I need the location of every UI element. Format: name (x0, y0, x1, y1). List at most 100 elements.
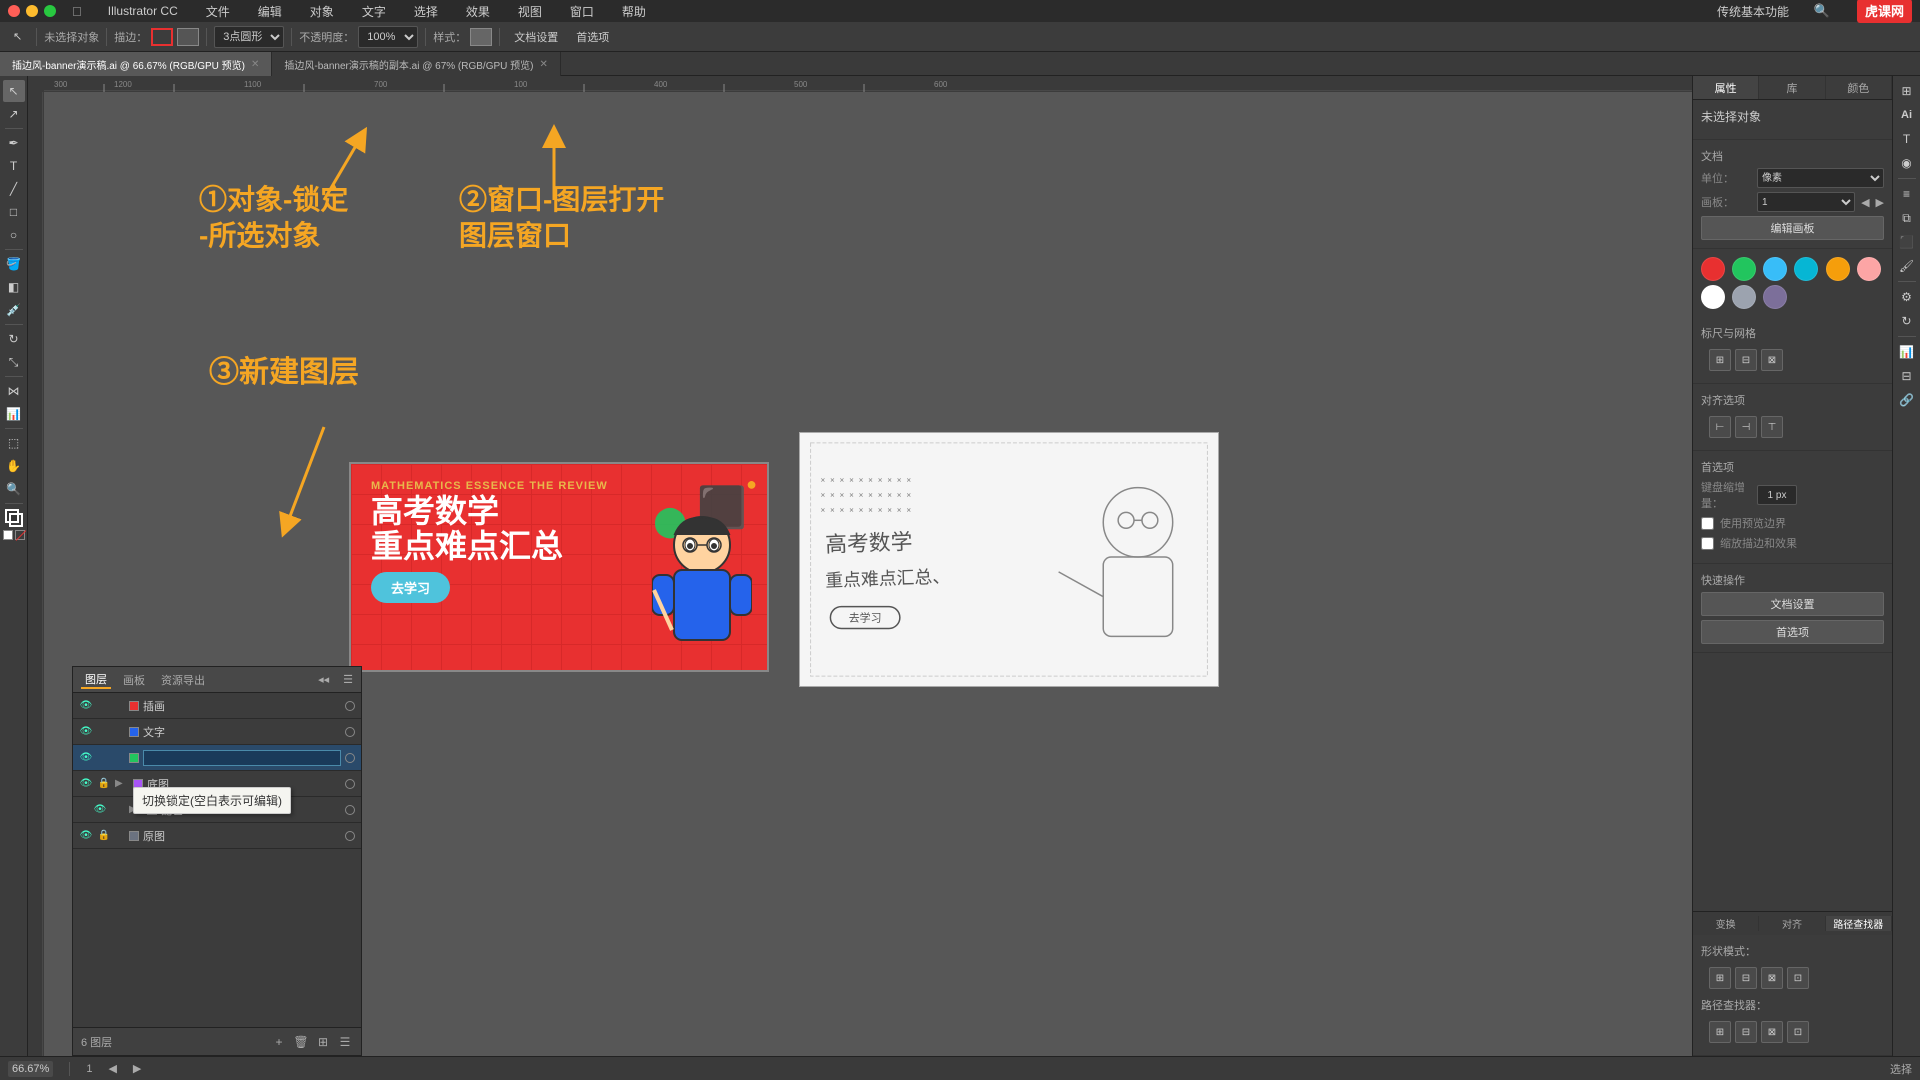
layer-lock-2[interactable] (97, 751, 111, 765)
right-icon-ai[interactable]: Ai (1896, 104, 1918, 126)
tool-gradient[interactable]: ◧ (3, 276, 25, 298)
tool-paint-bucket[interactable]: 🪣 (3, 253, 25, 275)
tool-hand[interactable]: ✋ (3, 455, 25, 477)
layer-panel-collapse-icon[interactable]: ◂◂ (318, 673, 329, 686)
menu-file[interactable]: 文件 (200, 3, 236, 20)
layer-tab-export[interactable]: 资源导出 (157, 672, 209, 688)
rp-unit-select[interactable]: 像素 (1757, 168, 1884, 188)
tool-zoom[interactable]: 🔍 (3, 478, 25, 500)
right-icon-lines[interactable]: ⊟ (1896, 365, 1918, 387)
layer-row-5[interactable]: 👁 🔒 原图 (73, 823, 361, 849)
rp-tab-align[interactable]: 对齐 (1759, 916, 1825, 931)
stroke-color-btn[interactable] (151, 28, 173, 46)
rp-tab-color[interactable]: 颜色 (1826, 76, 1892, 99)
layer-circle-2[interactable] (345, 753, 355, 763)
right-icon-circle[interactable]: ◉ (1896, 152, 1918, 174)
canvas-area[interactable]: 300 1200 1100 700 100 400 500 600 (28, 76, 1692, 1056)
rp-tab-pathfinder[interactable]: 路径查找器 (1826, 916, 1892, 931)
layer-delete-btn[interactable]: 🗑 (293, 1034, 309, 1050)
selection-tool-btn[interactable]: ↖ (6, 26, 29, 48)
tab-main-close-icon[interactable]: ✕ (251, 59, 259, 70)
minimize-button[interactable] (26, 5, 38, 17)
swatch-gray[interactable] (1732, 285, 1756, 309)
rp-doc-settings-btn[interactable]: 文档设置 (1701, 592, 1884, 616)
right-icon-text[interactable]: T (1896, 128, 1918, 150)
swatch-green[interactable] (1732, 257, 1756, 281)
layer-lock-3[interactable]: 🔒 (97, 777, 111, 791)
fill-stroke-indicator[interactable] (3, 507, 25, 529)
menu-window[interactable]: 窗口 (564, 3, 600, 20)
layer-row-2[interactable]: 👁 (73, 745, 361, 771)
snap-btn-3[interactable]: ⊤ (1761, 416, 1783, 438)
menu-effect[interactable]: 效果 (460, 3, 496, 20)
layer-panel-menu-icon[interactable]: ☰ (343, 673, 353, 686)
rp-artboard-prev-icon[interactable]: ◀ (1861, 196, 1869, 209)
shape-mode-btn-1[interactable]: ⊞ (1709, 967, 1731, 989)
rp-artboard-select[interactable]: 1 (1757, 192, 1855, 212)
layer-options-btn[interactable]: ☰ (337, 1034, 353, 1050)
next-artboard-icon[interactable]: ▶ (133, 1062, 141, 1075)
swatch-blue[interactable] (1763, 257, 1787, 281)
menu-object[interactable]: 对象 (304, 3, 340, 20)
grid-btn-2[interactable]: ⊟ (1735, 349, 1757, 371)
tool-blend[interactable]: ⋈ (3, 380, 25, 402)
rp-keyboard-input[interactable] (1757, 485, 1797, 505)
layer-vis-2[interactable]: 👁 (79, 751, 93, 765)
tool-graph[interactable]: 📊 (3, 403, 25, 425)
maximize-button[interactable] (44, 5, 56, 17)
swatch-white[interactable] (1701, 285, 1725, 309)
snap-btn-1[interactable]: ⊢ (1709, 416, 1731, 438)
tool-eyedropper[interactable]: 💉 (3, 299, 25, 321)
swatch-red[interactable] (1701, 257, 1725, 281)
layer-expand-3[interactable]: ▶ (115, 778, 129, 789)
right-icon-transform[interactable]: ↻ (1896, 310, 1918, 332)
preferences-toolbar-btn[interactable]: 首选项 (569, 26, 616, 48)
layer-row-1[interactable]: 👁 文字 (73, 719, 361, 745)
rp-preferences-btn[interactable]: 首选项 (1701, 620, 1884, 644)
layer-vis-1[interactable]: 👁 (79, 725, 93, 739)
tab-banner-main[interactable]: 插边风-banner演示稿.ai @ 66.67% (RGB/GPU 预览) ✕ (0, 52, 272, 76)
rp-tab-properties[interactable]: 属性 (1693, 76, 1759, 99)
layer-new-artboard-btn[interactable]: ⊞ (315, 1034, 331, 1050)
tool-line[interactable]: ╱ (3, 178, 25, 200)
layer-add-btn[interactable]: + (271, 1034, 287, 1050)
right-icon-link[interactable]: 🔗 (1896, 389, 1918, 411)
layer-circle-5[interactable] (345, 831, 355, 841)
tab-banner-copy[interactable]: 插边风-banner演示稿的副本.ai @ 67% (RGB/GPU 预览) ✕ (272, 52, 560, 76)
right-icon-brush[interactable]: 🖌 (1896, 255, 1918, 277)
right-icon-align[interactable]: ≡ (1896, 183, 1918, 205)
layer-name-input-2[interactable] (143, 750, 341, 766)
search-icon[interactable]: 🔍 (1811, 0, 1833, 22)
layer-circle-3[interactable] (345, 779, 355, 789)
tool-rotate[interactable]: ↻ (3, 328, 25, 350)
menu-illustrator[interactable]: Illustrator CC (102, 4, 184, 18)
fill-white-btn[interactable] (3, 530, 13, 540)
window-controls[interactable] (8, 5, 56, 17)
rp-tab-transform[interactable]: 变换 (1693, 916, 1759, 931)
layer-vis-3[interactable]: 👁 (79, 777, 93, 791)
tool-text[interactable]: T (3, 155, 25, 177)
rp-scale-strokes-checkbox[interactable] (1701, 537, 1714, 550)
rp-tab-library[interactable]: 库 (1759, 76, 1825, 99)
opacity-selector[interactable]: 100% (358, 26, 418, 48)
tool-select[interactable]: ↖ (3, 80, 25, 102)
shape-mode-btn-4[interactable]: ⊡ (1787, 967, 1809, 989)
right-icon-swatches[interactable]: ⬛ (1896, 231, 1918, 253)
menu-edit[interactable]: 编辑 (252, 3, 288, 20)
no-fill-btn[interactable] (15, 530, 25, 540)
right-icon-properties[interactable]: ⊞ (1896, 80, 1918, 102)
menu-view[interactable]: 视图 (512, 3, 548, 20)
pathfinder-btn-2[interactable]: ⊟ (1735, 1021, 1757, 1043)
right-icon-graph[interactable]: 📊 (1896, 341, 1918, 363)
grid-btn-3[interactable]: ⊠ (1761, 349, 1783, 371)
layer-circle-1[interactable] (345, 727, 355, 737)
swatch-orange[interactable] (1826, 257, 1850, 281)
doc-settings-toolbar-btn[interactable]: 文档设置 (507, 26, 565, 48)
shape-selector[interactable]: 3点圆形 (214, 26, 284, 48)
layer-lock-5[interactable]: 🔒 (97, 829, 111, 843)
swatch-cyan[interactable] (1794, 257, 1818, 281)
layer-vis-4[interactable]: 👁 (93, 803, 107, 817)
pathfinder-btn-3[interactable]: ⊠ (1761, 1021, 1783, 1043)
pathfinder-btn-1[interactable]: ⊞ (1709, 1021, 1731, 1043)
right-icon-layers[interactable]: ⧉ (1896, 207, 1918, 229)
